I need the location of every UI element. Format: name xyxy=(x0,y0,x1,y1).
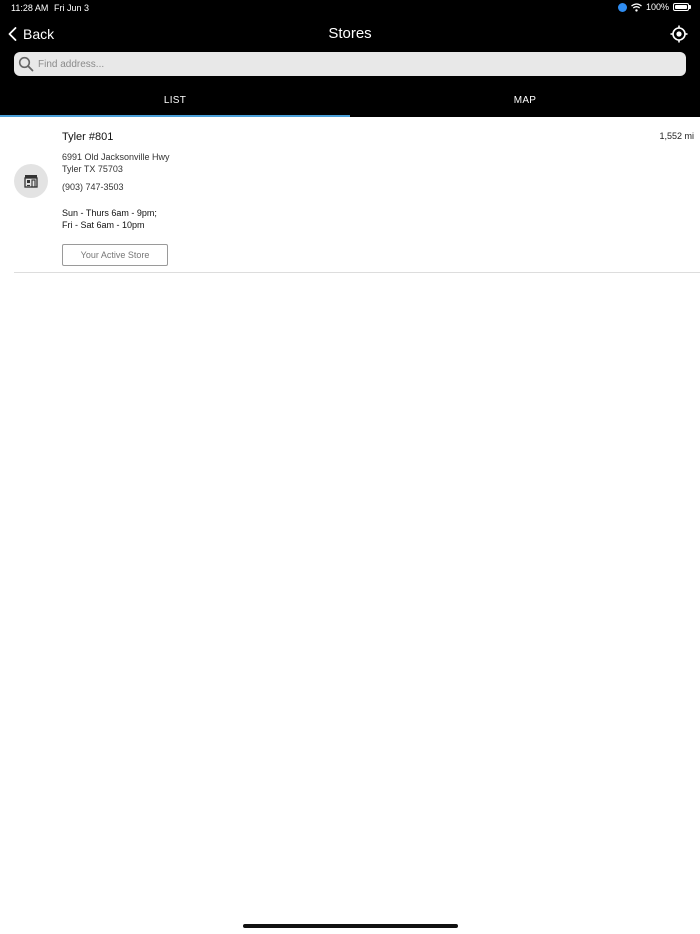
store-avatar xyxy=(14,164,48,198)
active-store-button[interactable]: Your Active Store xyxy=(62,244,168,266)
battery-percent: 100% xyxy=(645,2,669,12)
store-address-line1: 6991 Old Jacksonville Hwy xyxy=(62,152,170,162)
store-hours-line1: Sun - Thurs 6am - 9pm; xyxy=(62,208,157,218)
nav-bar: Back Stores xyxy=(0,22,700,46)
tab-map[interactable]: MAP xyxy=(350,88,700,117)
view-tabs: LIST MAP xyxy=(0,88,700,117)
battery-icon xyxy=(673,3,691,11)
store-icon xyxy=(24,175,38,188)
store-hours-line2: Fri - Sat 6am - 10pm xyxy=(62,220,145,230)
store-list-item[interactable]: Tyler #801 1,552 mi 6991 Old Jacksonvill… xyxy=(14,117,700,273)
locate-me-button[interactable] xyxy=(670,25,688,43)
tab-list[interactable]: LIST xyxy=(0,88,350,117)
wifi-icon xyxy=(631,2,642,12)
search-icon xyxy=(18,56,34,72)
status-date: Fri Jun 3 xyxy=(54,3,90,13)
status-time: 11:28 AM xyxy=(11,3,49,13)
crosshair-icon xyxy=(670,25,688,43)
status-bar: 11:28 AM Fri Jun 3 100% xyxy=(0,0,700,17)
store-address-line2: Tyler TX 75703 xyxy=(62,164,123,174)
location-services-icon xyxy=(617,2,627,12)
store-phone[interactable]: (903) 747-3503 xyxy=(62,182,124,192)
store-name: Tyler #801 xyxy=(62,131,114,143)
search-input[interactable] xyxy=(36,57,680,71)
home-indicator[interactable] xyxy=(243,924,458,928)
store-distance: 1,552 mi xyxy=(659,131,694,141)
search-bar xyxy=(14,52,686,76)
status-indicators: 100% xyxy=(617,2,691,12)
page-title: Stores xyxy=(328,25,372,42)
header: 11:28 AM Fri Jun 3 100% Back Stores Find… xyxy=(0,0,700,117)
stores-screen: 11:28 AM Fri Jun 3 100% Back Stores Find… xyxy=(0,0,700,934)
